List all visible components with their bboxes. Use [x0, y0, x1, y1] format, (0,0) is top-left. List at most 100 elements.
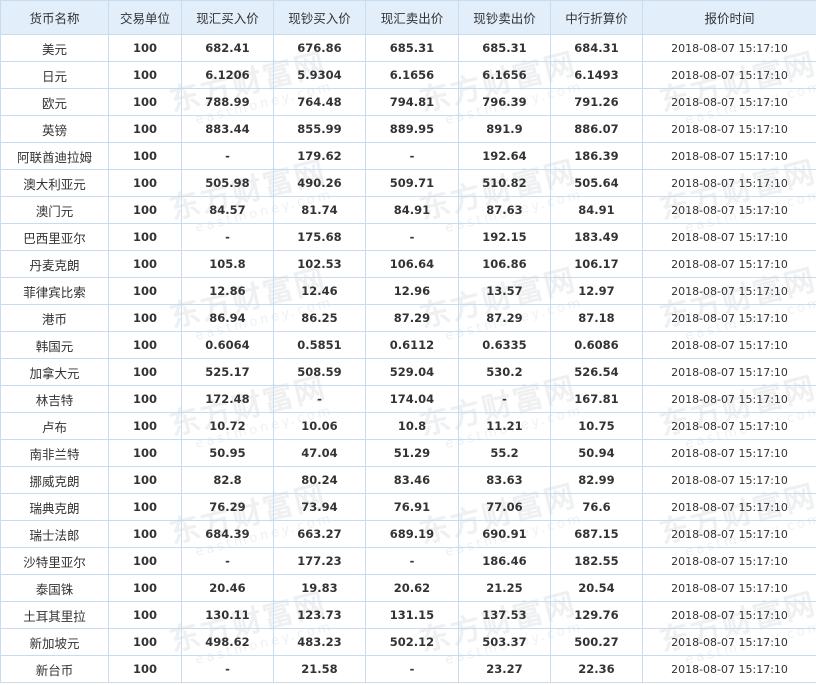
cell-trade-unit: 100 [108, 601, 182, 629]
cell-cash-sell: 137.53 [458, 601, 551, 629]
cell-currency-name: 新台币 [0, 655, 109, 683]
cell-cash-sell: 0.6335 [458, 331, 551, 359]
cell-trade-unit: 100 [108, 331, 182, 359]
table-row: 新加坡元 100 498.62 483.23 502.12 503.37 500.27 201… [0, 628, 816, 656]
cell-currency-name: 南非兰特 [0, 439, 109, 467]
cell-spot-buy: - [181, 142, 274, 170]
cell-spot-buy: 105.8 [181, 250, 274, 278]
cell-cash-sell: - [458, 385, 551, 413]
cell-spot-sell: 51.29 [365, 439, 459, 467]
cell-boc-rate: 106.17 [550, 250, 643, 278]
cell-spot-buy: - [181, 547, 274, 575]
table-row: 欧元 100 788.99 764.48 794.81 796.39 791.26 2018-… [0, 88, 816, 116]
table-row: 瑞典克朗 100 76.29 73.94 76.91 77.06 76.6 2018-08-0… [0, 493, 816, 521]
cell-spot-sell: 76.91 [365, 493, 459, 521]
header-quote-time: 报价时间 [642, 0, 816, 35]
table-row: 瑞士法郎 100 684.39 663.27 689.19 690.91 687.15 201… [0, 520, 816, 548]
cell-spot-sell: 685.31 [365, 34, 459, 62]
cell-spot-sell: 889.95 [365, 115, 459, 143]
cell-spot-sell: 87.29 [365, 304, 459, 332]
table-row: 卢布 100 10.72 10.06 10.8 11.21 10.75 2018-08-07 … [0, 412, 816, 440]
cell-boc-rate: 791.26 [550, 88, 643, 116]
cell-cash-sell: 186.46 [458, 547, 551, 575]
table-row: 阿联酋迪拉姆 100-179.62-192.64 186.39 2018-08-07 … [0, 142, 816, 170]
cell-quote-time: 2018-08-07 15:17:10 [642, 358, 816, 386]
cell-trade-unit: 100 [108, 34, 182, 62]
cell-cash-sell: 510.82 [458, 169, 551, 197]
cell-cash-buy: 177.23 [273, 547, 366, 575]
cell-quote-time: 2018-08-07 15:17:10 [642, 115, 816, 143]
cell-currency-name: 林吉特 [0, 385, 109, 413]
cell-quote-time: 2018-08-07 15:17:10 [642, 547, 816, 575]
cell-quote-time: 2018-08-07 15:17:10 [642, 142, 816, 170]
cell-cash-sell: 87.63 [458, 196, 551, 224]
cell-boc-rate: 687.15 [550, 520, 643, 548]
cell-spot-sell: 689.19 [365, 520, 459, 548]
cell-quote-time: 2018-08-07 15:17:10 [642, 493, 816, 521]
cell-cash-sell: 685.31 [458, 34, 551, 62]
cell-boc-rate: 0.6086 [550, 331, 643, 359]
cell-spot-sell: 174.04 [365, 385, 459, 413]
cell-trade-unit: 100 [108, 439, 182, 467]
header-cash-sell: 现钞卖出价 [458, 0, 551, 35]
cell-spot-buy: 498.62 [181, 628, 274, 656]
cell-quote-time: 2018-08-07 15:17:10 [642, 250, 816, 278]
table-row: 澳门元 100 84.57 81.74 84.91 87.63 84.91 2018-08-0… [0, 196, 816, 224]
cell-spot-sell: 12.96 [365, 277, 459, 305]
cell-trade-unit: 100 [108, 250, 182, 278]
cell-currency-name: 欧元 [0, 88, 109, 116]
cell-cash-sell: 530.2 [458, 358, 551, 386]
table-row: 港币 100 86.94 86.25 87.29 87.29 87.18 2018-08-07… [0, 304, 816, 332]
cell-cash-buy: 81.74 [273, 196, 366, 224]
cell-currency-name: 巴西里亚尔 [0, 223, 109, 251]
cell-spot-buy: 172.48 [181, 385, 274, 413]
cell-quote-time: 2018-08-07 15:17:10 [642, 412, 816, 440]
cell-spot-buy: 10.72 [181, 412, 274, 440]
cell-trade-unit: 100 [108, 358, 182, 386]
cell-spot-buy: 788.99 [181, 88, 274, 116]
table-row: 新台币 100-21.58-23.27 22.36 2018-08-07 15:17:… [0, 655, 816, 683]
cell-boc-rate: 526.54 [550, 358, 643, 386]
cell-cash-sell: 891.9 [458, 115, 551, 143]
cell-trade-unit: 100 [108, 277, 182, 305]
cell-boc-rate: 76.6 [550, 493, 643, 521]
cell-currency-name: 丹麦克朗 [0, 250, 109, 278]
cell-trade-unit: 100 [108, 574, 182, 602]
cell-cash-buy: 47.04 [273, 439, 366, 467]
cell-trade-unit: 100 [108, 115, 182, 143]
cell-quote-time: 2018-08-07 15:17:10 [642, 520, 816, 548]
cell-spot-sell: 0.6112 [365, 331, 459, 359]
cell-trade-unit: 100 [108, 169, 182, 197]
cell-currency-name: 英镑 [0, 115, 109, 143]
cell-spot-sell: - [365, 547, 459, 575]
cell-cash-sell: 192.15 [458, 223, 551, 251]
cell-cash-buy: 663.27 [273, 520, 366, 548]
cell-cash-sell: 11.21 [458, 412, 551, 440]
cell-spot-buy: 82.8 [181, 466, 274, 494]
table-row: 澳大利亚元 100 505.98 490.26 509.71 510.82 505.64 20… [0, 169, 816, 197]
cell-quote-time: 2018-08-07 15:17:10 [642, 331, 816, 359]
cell-quote-time: 2018-08-07 15:17:10 [642, 223, 816, 251]
table-row: 土耳其里拉 100 130.11 123.73 131.15 137.53 129.76 20… [0, 601, 816, 629]
cell-boc-rate: 84.91 [550, 196, 643, 224]
cell-cash-buy: 490.26 [273, 169, 366, 197]
cell-spot-buy: - [181, 655, 274, 683]
cell-cash-buy: 10.06 [273, 412, 366, 440]
cell-trade-unit: 100 [108, 142, 182, 170]
cell-quote-time: 2018-08-07 15:17:10 [642, 61, 816, 89]
cell-boc-rate: 684.31 [550, 34, 643, 62]
cell-spot-buy: 505.98 [181, 169, 274, 197]
table-row: 巴西里亚尔 100-175.68-192.15 183.49 2018-08-07 1… [0, 223, 816, 251]
cell-cash-buy: 764.48 [273, 88, 366, 116]
cell-currency-name: 阿联酋迪拉姆 [0, 142, 109, 170]
table-row: 韩国元 100 0.6064 0.5851 0.6112 0.6335 0.6086 2018… [0, 331, 816, 359]
table-row: 日元 100 6.1206 5.9304 6.1656 6.1656 6.1493 2018-… [0, 61, 816, 89]
cell-cash-buy: 12.46 [273, 277, 366, 305]
cell-quote-time: 2018-08-07 15:17:10 [642, 196, 816, 224]
cell-cash-buy: 73.94 [273, 493, 366, 521]
cell-currency-name: 韩国元 [0, 331, 109, 359]
cell-spot-buy: 86.94 [181, 304, 274, 332]
header-currency-name: 货币名称 [0, 0, 109, 35]
cell-currency-name: 日元 [0, 61, 109, 89]
cell-boc-rate: 12.97 [550, 277, 643, 305]
